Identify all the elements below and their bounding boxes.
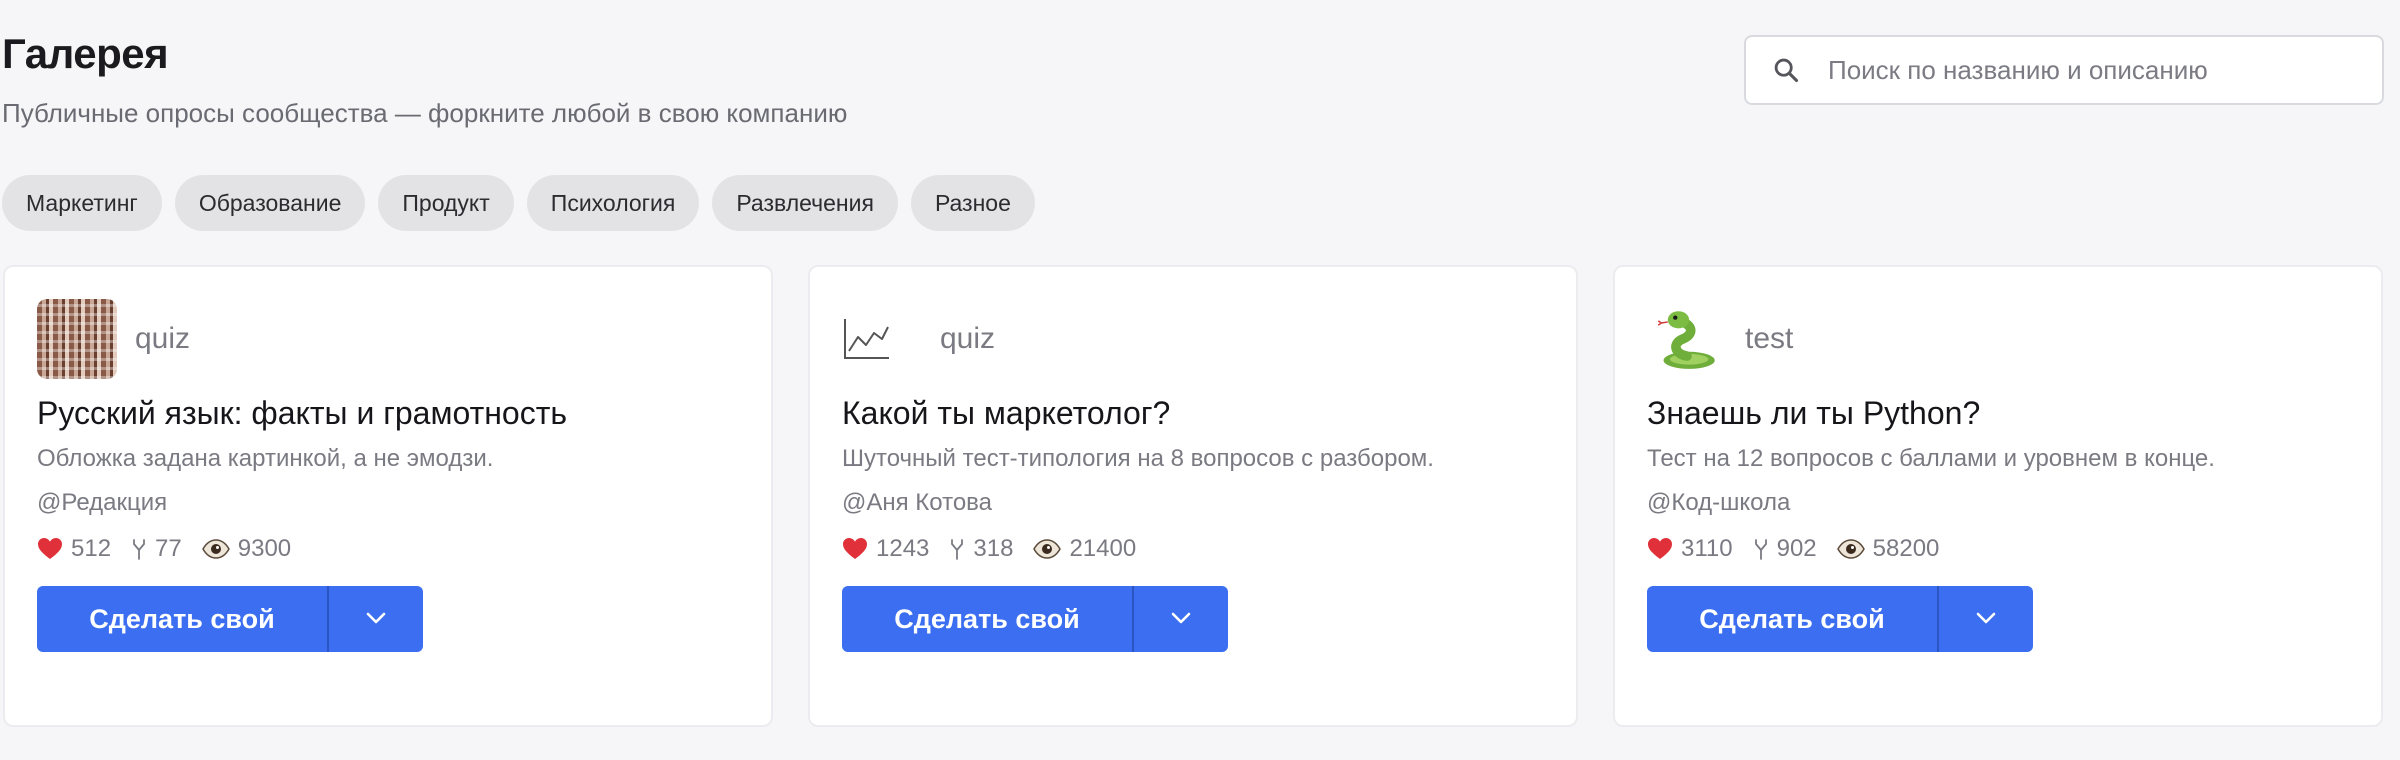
card-stats: 3110 902 58200 [1647, 535, 1959, 563]
page-subtitle: Публичные опросы сообщества — форкните л… [2, 98, 848, 128]
eye-icon [1836, 539, 1865, 559]
card-author[interactable]: @Код-школа [1647, 489, 1790, 517]
card-author[interactable]: @Редакция [37, 489, 167, 517]
cover-image [37, 299, 117, 379]
poll-card[interactable]: quiz Русский язык: факты и грамотность О… [3, 265, 773, 727]
chevron-down-icon [366, 612, 386, 627]
category-chip-psychology[interactable]: Психология [526, 175, 700, 231]
views-count: 9300 [237, 535, 292, 562]
category-chip-marketing[interactable]: Маркетинг [2, 175, 162, 231]
make-own-split-button: Сделать свой [842, 586, 1228, 652]
eye-icon [201, 539, 230, 559]
snake-icon [1647, 299, 1727, 379]
forks-count: 318 [973, 535, 1014, 562]
card-title[interactable]: Русский язык: факты и грамотность [37, 395, 567, 432]
card-description: Тест на 12 вопросов с баллами и уровнем … [1647, 445, 2215, 472]
card-stats: 512 77 9300 [37, 535, 311, 563]
more-options-button[interactable] [327, 586, 423, 652]
heart-icon [1647, 537, 1673, 561]
search-box[interactable] [1744, 35, 2384, 105]
fork-icon [131, 538, 147, 560]
more-options-button[interactable] [1937, 586, 2033, 652]
chevron-down-icon [1171, 612, 1191, 627]
card-description: Обложка задана картинкой, а не эмодзи. [37, 445, 494, 472]
eye-icon [1033, 539, 1062, 559]
card-title[interactable]: Знаешь ли ты Python? [1647, 395, 1980, 432]
likes-count: 1243 [876, 535, 930, 562]
card-stats: 1243 318 21400 [842, 535, 1156, 563]
card-author[interactable]: @Аня Котова [842, 489, 992, 517]
poll-type: quiz [135, 322, 191, 355]
category-chip-other[interactable]: Разное [910, 175, 1035, 231]
card-description: Шуточный тест-типология на 8 вопросов с … [842, 445, 1434, 472]
likes-count: 3110 [1681, 535, 1733, 562]
search-icon [1772, 56, 1800, 84]
category-filters: Маркетинг Образование Продукт Психология… [2, 175, 1035, 231]
poll-type: quiz [940, 322, 996, 355]
forks-count: 77 [155, 535, 182, 562]
category-chip-entertainment[interactable]: Развлечения [712, 175, 898, 231]
views-count: 21400 [1069, 535, 1137, 562]
heart-icon [842, 537, 868, 561]
make-own-split-button: Сделать свой [1647, 586, 2033, 652]
views-count: 58200 [1872, 535, 1940, 562]
likes-count: 512 [71, 535, 112, 562]
poll-card[interactable]: quiz Какой ты маркетолог? Шуточный тест-… [808, 265, 1578, 727]
poll-type: test [1745, 322, 1794, 355]
fork-icon [949, 538, 965, 560]
more-options-button[interactable] [1132, 586, 1228, 652]
page-title: Галерея [2, 30, 169, 77]
make-own-button[interactable]: Сделать свой [37, 586, 327, 652]
forks-count: 902 [1776, 535, 1817, 562]
search-input[interactable] [1828, 37, 2382, 103]
heart-icon [37, 537, 63, 561]
make-own-button[interactable]: Сделать свой [1647, 586, 1937, 652]
chevron-down-icon [1976, 612, 1996, 627]
chart-line-icon [842, 299, 922, 379]
category-chip-product[interactable]: Продукт [378, 175, 514, 231]
card-title[interactable]: Какой ты маркетолог? [842, 395, 1170, 432]
poll-card[interactable]: test Знаешь ли ты Python? Тест на 12 воп… [1613, 265, 2383, 727]
fork-icon [1753, 538, 1769, 560]
make-own-button[interactable]: Сделать свой [842, 586, 1132, 652]
make-own-split-button: Сделать свой [37, 586, 423, 652]
category-chip-education[interactable]: Образование [174, 175, 366, 231]
